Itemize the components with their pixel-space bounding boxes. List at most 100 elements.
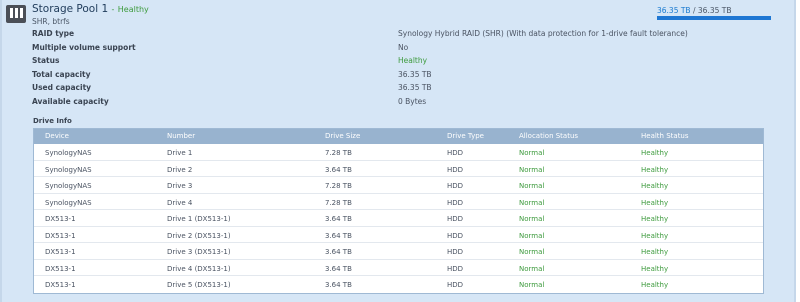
- cell-allocation-status: Normal: [519, 281, 545, 289]
- cell-drive-size: 3.64 TB: [325, 215, 352, 223]
- cell-device: SynologyNAS: [45, 149, 92, 157]
- column-header-device[interactable]: Device: [45, 132, 69, 140]
- cell-allocation-status: Normal: [519, 182, 545, 190]
- table-row[interactable]: SynologyNAS Drive 2 3.64 TB HDD Normal Health…: [34, 161, 763, 177]
- property-row: Used capacity 36.35 TB: [32, 83, 732, 97]
- cell-drive-size: 7.28 TB: [325, 149, 352, 157]
- cell-number: Drive 4 (DX513-1): [167, 264, 231, 273]
- cell-allocation-status: Normal: [519, 215, 545, 223]
- capacity-readout: 36.35 TB / 36.35 TB: [657, 6, 732, 15]
- pool-status-separator: -: [111, 5, 115, 14]
- cell-drive-size: 3.64 TB: [325, 264, 352, 273]
- property-value: 36.35 TB: [398, 69, 432, 79]
- table-row[interactable]: DX513-1 Drive 4 (DX513-1) 3.64 TB HDD Normal…: [34, 260, 763, 276]
- table-row[interactable]: SynologyNAS Drive 1 7.28 TB HDD Normal Health…: [34, 144, 763, 161]
- cell-drive-size: 3.64 TB: [325, 231, 352, 240]
- cell-health-status: Healthy: [641, 215, 669, 223]
- cell-drive-type: HDD: [447, 248, 464, 256]
- property-value: Healthy: [398, 56, 428, 66]
- cell-allocation-status: Normal: [519, 231, 545, 240]
- capacity-bar: [657, 16, 771, 20]
- capacity-separator: /: [692, 6, 696, 15]
- column-header-health-status[interactable]: Health Status: [641, 132, 689, 140]
- property-row: Status Healthy: [32, 56, 732, 70]
- pool-status: Healthy: [117, 5, 149, 14]
- pool-title[interactable]: Storage Pool 1 - Healthy: [32, 3, 149, 15]
- icon-bar: [10, 8, 13, 18]
- table-row[interactable]: SynologyNAS Drive 3 7.28 TB HDD Normal Health…: [34, 177, 763, 194]
- property-value: 36.35 TB: [398, 83, 432, 93]
- table-row[interactable]: SynologyNAS Drive 4 7.28 TB HDD Normal Health…: [34, 194, 763, 210]
- property-value: 0 Bytes: [398, 96, 427, 106]
- drive-info-title: Drive Info: [33, 117, 72, 125]
- cell-drive-type: HDD: [447, 182, 464, 190]
- property-label: Status: [32, 56, 60, 66]
- cell-drive-type: HDD: [447, 231, 464, 240]
- storage-pool-icon: [6, 5, 26, 23]
- column-header-drive-type[interactable]: Drive Type: [447, 132, 484, 140]
- table-row[interactable]: DX513-1 Drive 5 (DX513-1) 3.64 TB HDD Normal…: [34, 276, 763, 293]
- drive-info-table: Device Number Drive Size Drive Type Allo…: [33, 128, 764, 294]
- cell-health-status: Healthy: [641, 264, 669, 273]
- property-row: RAID type Synology Hybrid RAID (SHR) (Wi…: [32, 29, 732, 43]
- capacity-used: 36.35 TB: [657, 6, 691, 15]
- storage-pool-panel: Storage Pool 1 - Healthy SHR, btrfs 36.3…: [0, 0, 796, 302]
- cell-drive-type: HDD: [447, 215, 464, 223]
- cell-number: Drive 4: [167, 198, 193, 207]
- cell-number: Drive 3: [167, 182, 193, 190]
- cell-device: DX513-1: [45, 215, 76, 223]
- property-label: Used capacity: [32, 83, 92, 93]
- capacity-bar-fill: [657, 16, 771, 20]
- cell-health-status: Healthy: [641, 165, 669, 174]
- cell-drive-type: HDD: [447, 165, 464, 174]
- pool-name: Storage Pool 1: [32, 3, 109, 15]
- cell-allocation-status: Normal: [519, 165, 545, 174]
- cell-health-status: Healthy: [641, 281, 669, 289]
- table-row[interactable]: DX513-1 Drive 3 (DX513-1) 3.64 TB HDD Normal…: [34, 243, 763, 260]
- property-value: Synology Hybrid RAID (SHR) (With data pr…: [398, 29, 688, 38]
- cell-drive-type: HDD: [447, 149, 464, 157]
- cell-drive-size: 7.28 TB: [325, 182, 352, 190]
- property-label: Total capacity: [32, 69, 91, 79]
- cell-health-status: Healthy: [641, 182, 669, 190]
- table-body: SynologyNAS Drive 1 7.28 TB HDD Normal Health…: [34, 144, 763, 293]
- cell-allocation-status: Normal: [519, 149, 545, 157]
- cell-drive-size: 3.64 TB: [325, 165, 352, 174]
- cell-number: Drive 2: [167, 165, 193, 174]
- cell-number: Drive 1: [167, 149, 193, 157]
- icon-bar: [20, 8, 23, 18]
- cell-drive-type: HDD: [447, 281, 464, 289]
- column-header-drive-size[interactable]: Drive Size: [325, 132, 360, 140]
- property-row: Multiple volume support No: [32, 43, 732, 57]
- cell-number: Drive 5 (DX513-1): [167, 281, 231, 289]
- cell-health-status: Healthy: [641, 149, 669, 157]
- capacity-total: 36.35 TB: [697, 6, 732, 15]
- cell-health-status: Healthy: [641, 248, 669, 256]
- cell-number: Drive 1 (DX513-1): [167, 215, 231, 223]
- column-header-number[interactable]: Number: [167, 132, 195, 140]
- cell-device: SynologyNAS: [45, 165, 92, 174]
- pool-properties: RAID type Synology Hybrid RAID (SHR) (Wi…: [32, 29, 732, 111]
- cell-allocation-status: Normal: [519, 198, 545, 207]
- cell-device: DX513-1: [45, 231, 76, 240]
- column-header-allocation-status[interactable]: Allocation Status: [519, 132, 578, 140]
- cell-health-status: Healthy: [641, 231, 669, 240]
- table-row[interactable]: DX513-1 Drive 2 (DX513-1) 3.64 TB HDD Normal…: [34, 227, 763, 243]
- cell-device: DX513-1: [45, 281, 76, 289]
- property-label: Multiple volume support: [32, 42, 136, 52]
- cell-drive-type: HDD: [447, 198, 464, 207]
- pool-subtitle: SHR, btrfs: [32, 17, 70, 26]
- cell-drive-size: 7.28 TB: [325, 198, 352, 207]
- table-header: Device Number Drive Size Drive Type Allo…: [34, 129, 763, 144]
- cell-allocation-status: Normal: [519, 264, 545, 273]
- property-label: RAID type: [32, 29, 75, 38]
- cell-device: DX513-1: [45, 264, 76, 273]
- cell-allocation-status: Normal: [519, 248, 545, 256]
- table-row[interactable]: DX513-1 Drive 1 (DX513-1) 3.64 TB HDD Normal…: [34, 210, 763, 227]
- cell-device: SynologyNAS: [45, 198, 92, 207]
- cell-drive-size: 3.64 TB: [325, 248, 352, 256]
- cell-number: Drive 2 (DX513-1): [167, 231, 231, 240]
- cell-drive-size: 3.64 TB: [325, 281, 352, 289]
- cell-drive-type: HDD: [447, 264, 464, 273]
- cell-health-status: Healthy: [641, 198, 669, 207]
